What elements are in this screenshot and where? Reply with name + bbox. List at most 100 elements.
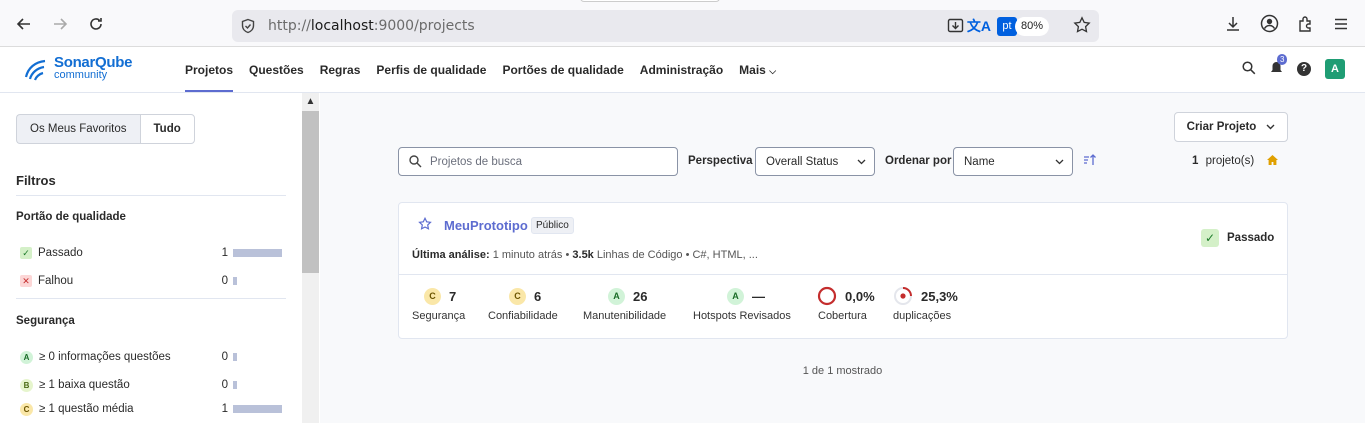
url-scheme: http:// [268,18,311,34]
notification-count: 3 [1277,53,1288,65]
filter-label: ≥ 1 baixa questão [39,379,130,391]
extensions-icon[interactable] [1297,15,1315,36]
scroll-up-icon[interactable]: ▲ [302,93,319,110]
sort-select[interactable]: Name [953,147,1073,176]
filter-bar [233,353,237,361]
sort-direction-icon[interactable] [1083,154,1097,169]
search-input[interactable]: Projetos de busca [398,147,678,176]
rating-badge: A [608,287,625,305]
metric-value: 7 [449,288,457,304]
translate-icon[interactable]: 文A [967,16,991,36]
filter-bar [233,277,237,285]
filter-row-passed[interactable]: ✓ Passado 1 [20,245,282,261]
browser-toolbar: http://localhost:9000/projects 文A pt 80% [0,0,1365,47]
reload-icon[interactable] [84,12,108,36]
url-path: :9000/projects [373,18,475,34]
project-name-link[interactable]: MeuPrototipo [444,218,528,233]
filter-row-security-b[interactable]: B ≥ 1 baixa questão 0 [20,377,282,393]
filter-row-failed[interactable]: ✕ Falhou 0 [20,273,282,289]
lines-of-code-value: 3.5k [572,249,594,261]
nav-regras[interactable]: Regras [320,47,361,93]
nav-projetos[interactable]: Projetos [185,47,234,93]
metric-coverage[interactable]: 0,0% Cobertura [817,286,875,322]
notifications-button[interactable]: 3 [1270,53,1288,78]
sort-label: Ordenar por [885,155,952,167]
visibility-badge: Público [531,217,574,234]
metric-maintainability[interactable]: A 26 Manutenibilidade [583,287,666,322]
cross-icon: ✕ [20,275,32,287]
zoom-level[interactable]: 80% [1014,17,1049,36]
rating-badge: C [509,287,526,305]
favorites-toggle: Os Meus Favoritos Tudo [16,114,195,144]
filters-sidebar: Os Meus Favoritos Tudo Filtros Portão de… [0,93,319,423]
favorite-star-icon[interactable] [418,216,432,234]
results-footer: 1 de 1 mostrado [802,365,883,377]
rating-badge: A [727,287,744,305]
filters-title: Filtros [16,173,56,188]
perspective-label: Perspectiva [688,155,753,167]
metric-reliability[interactable]: C6 Confiabilidade [488,287,558,322]
bookmark-star-icon[interactable] [1073,16,1091,37]
address-bar[interactable]: http://localhost:9000/projects 文A pt 80% [232,10,1099,42]
perspective-select[interactable]: Overall Status [755,147,875,176]
url-text: http://localhost:9000/projects [268,18,475,34]
header-actions: 3 ? A [1242,53,1345,79]
nav-administracao[interactable]: Administração [640,47,723,93]
downloads-icon[interactable] [1224,15,1242,36]
filter-row-security-c[interactable]: C ≥ 1 questão média 1 [20,401,282,417]
security-title: Segurança [16,315,75,327]
languages: C#, HTML, ... [692,249,758,261]
toggle-all[interactable]: Tudo [139,114,195,144]
filter-count: 0 [221,351,228,363]
chevron-down-icon [1266,121,1275,133]
sort-value: Name [964,155,995,168]
nav-perfis[interactable]: Perfis de qualidade [376,47,486,93]
card-divider [399,274,1287,275]
download-page-icon[interactable] [947,17,964,37]
tab-edge [580,0,720,2]
back-icon[interactable] [12,12,36,36]
sonar-waves-icon [24,59,46,81]
url-host: localhost [310,18,374,34]
help-icon[interactable]: ? [1297,62,1311,76]
projects-main: Criar Projeto Projetos de busca Perspect… [320,93,1365,423]
filter-count: 0 [221,379,228,391]
nav-mais[interactable]: Mais ⌵ [739,47,776,93]
search-icon[interactable] [1242,60,1256,78]
chevron-down-icon [857,156,866,168]
metric-security[interactable]: C7 Segurança [412,287,466,322]
scrollbar-thumb[interactable] [302,111,319,273]
toggle-favorites[interactable]: Os Meus Favoritos [16,114,140,144]
filter-label: ≥ 0 informações questões [39,351,171,363]
filter-row-security-a[interactable]: A ≥ 0 informações questões 0 [20,349,282,365]
chevron-down-icon: ⌵ [769,66,777,76]
account-icon[interactable] [1260,14,1279,36]
filter-count: 0 [221,275,228,287]
home-icon[interactable] [1266,154,1279,169]
projects-count-value: 1 [1192,155,1199,167]
metric-name: Segurança [412,310,466,322]
nav-questoes[interactable]: Questões [249,47,304,93]
coverage-ring-icon [817,286,837,306]
metric-value: — [752,288,765,304]
filter-bar-track [233,277,282,285]
nav-portoes[interactable]: Portões de qualidade [502,47,623,93]
project-meta: Última análise: 1 minuto atrás • 3.5k Li… [412,249,758,261]
projects-count: 1 projeto(s) [1192,155,1254,167]
metric-value: 0,0% [845,288,875,304]
app-header: SonarQube community Projetos Questões Re… [0,47,1365,93]
nav-mais-label: Mais [739,63,766,77]
filter-bar-track [233,353,282,361]
filter-bar [233,381,237,389]
metric-duplications[interactable]: 25,3% duplicações [893,287,958,322]
create-project-label: Criar Projeto [1186,121,1257,133]
create-project-button[interactable]: Criar Projeto [1174,112,1288,142]
shield-icon[interactable] [240,18,256,37]
avatar[interactable]: A [1325,59,1345,79]
menu-icon[interactable] [1333,16,1349,35]
lines-of-code-label: Linhas de Código [596,249,683,261]
sonarqube-logo[interactable]: SonarQube community [22,55,132,83]
metric-hotspots[interactable]: A — Hotspots Revisados [693,287,791,322]
forward-icon[interactable] [48,12,72,36]
search-placeholder: Projetos de busca [430,155,523,168]
